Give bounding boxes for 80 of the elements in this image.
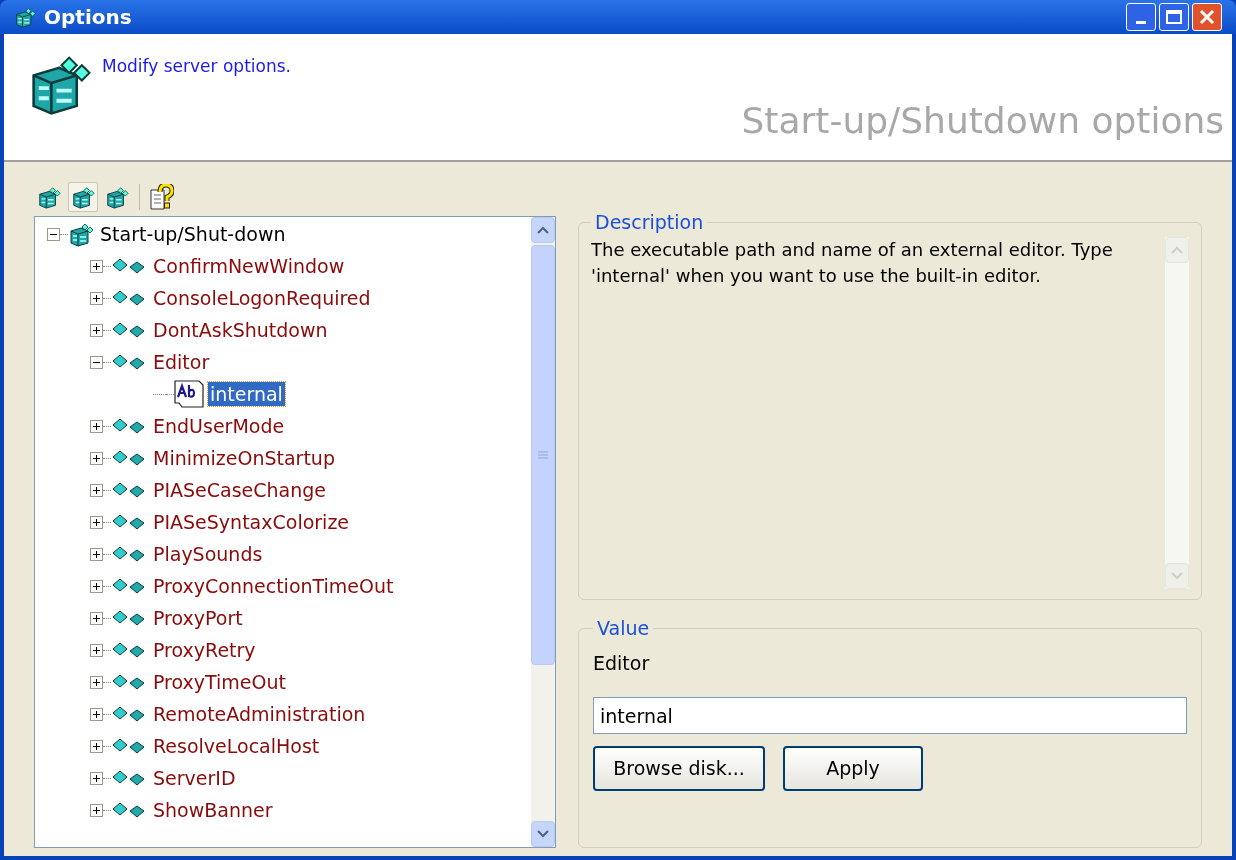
close-button[interactable] [1192, 3, 1222, 31]
expand-icon[interactable] [90, 643, 103, 657]
expand-icon[interactable] [90, 259, 103, 273]
diamonds-icon [111, 770, 147, 786]
maximize-button[interactable] [1159, 3, 1189, 31]
grip-icon [538, 451, 548, 459]
value-field[interactable]: internal [593, 697, 1187, 734]
tree-item[interactable]: MinimizeOnStartup [151, 446, 337, 470]
tree-item[interactable]: ProxyRetry [151, 638, 258, 662]
tree-item[interactable]: PlaySounds [151, 542, 265, 566]
help-button[interactable] [147, 182, 177, 212]
diamonds-icon [111, 674, 147, 690]
browse-button[interactable]: Browse disk... [593, 746, 765, 791]
diamonds-icon [111, 706, 147, 722]
tree-item[interactable]: PIASeSyntaxColorize [151, 510, 352, 534]
value-name: Editor [593, 650, 651, 676]
header-subtitle: Modify server options. [102, 55, 291, 78]
group-icon [105, 185, 129, 209]
text-value-icon [174, 380, 204, 408]
tree-item[interactable]: Editor [151, 350, 212, 374]
expand-icon[interactable] [90, 419, 103, 433]
collapse-icon[interactable] [90, 355, 103, 369]
minimize-button[interactable] [1126, 3, 1156, 31]
diamonds-icon [111, 738, 147, 754]
expand-icon[interactable] [90, 547, 103, 561]
tree-item[interactable]: RemoteAdministration [151, 702, 368, 726]
group-icon [37, 185, 61, 209]
tree-item[interactable]: ProxyTimeOut [151, 670, 288, 694]
tree-item[interactable]: EndUserMode [151, 414, 287, 438]
tree-item[interactable]: ConfirmNewWindow [151, 254, 347, 278]
expand-icon[interactable] [90, 739, 103, 753]
expand-icon[interactable] [90, 675, 103, 689]
group-icon [68, 221, 94, 247]
diamonds-icon [111, 546, 147, 562]
collapse-icon[interactable] [47, 227, 60, 241]
diamonds-icon [111, 802, 147, 818]
diamonds-icon [111, 354, 147, 370]
diamonds-icon [111, 322, 147, 338]
expand-icon[interactable] [90, 771, 103, 785]
tree-item[interactable]: DontAskShutdown [151, 318, 330, 342]
description-text: The executable path and name of an external editor. Type 'internal' when you want to use the built-in editor. [591, 237, 1114, 288]
close-icon [1199, 9, 1215, 25]
tree-item[interactable]: ResolveLocalHost [151, 734, 322, 758]
expand-icon[interactable] [90, 803, 103, 817]
tree-item[interactable]: PIASeCaseChange [151, 478, 329, 502]
group-title: Value [596, 616, 651, 641]
expand-icon[interactable] [90, 579, 103, 593]
diamonds-icon [111, 482, 147, 498]
diamonds-icon [111, 450, 147, 466]
app-icon [14, 6, 36, 28]
tree-item[interactable]: ShowBanner [151, 798, 275, 822]
tree-item[interactable]: ProxyPort [151, 606, 245, 630]
group-icon [71, 185, 95, 209]
tree-item[interactable]: ProxyConnectionTimeOut [151, 574, 396, 598]
expand-icon[interactable] [90, 611, 103, 625]
expand-icon[interactable] [90, 707, 103, 721]
diamonds-icon [111, 290, 147, 306]
toolbar-button[interactable] [68, 182, 98, 212]
expand-icon[interactable] [90, 451, 103, 465]
diamonds-icon [111, 258, 147, 274]
expand-icon[interactable] [90, 515, 103, 529]
group-title: Description [594, 210, 705, 235]
apply-button[interactable]: Apply [783, 746, 923, 791]
help-icon [150, 184, 174, 210]
tree-item[interactable]: internal [208, 382, 285, 406]
tree-item[interactable]: ConsoleLogonRequired [151, 286, 373, 310]
tree-item[interactable]: ServerID [151, 766, 238, 790]
expand-icon[interactable] [90, 323, 103, 337]
section-title: Start-up/Shutdown options [741, 99, 1224, 143]
expand-icon[interactable] [90, 483, 103, 497]
diamonds-icon [111, 610, 147, 626]
diamonds-icon [111, 642, 147, 658]
expand-icon[interactable] [90, 291, 103, 305]
description-scrollbar[interactable] [1165, 236, 1189, 589]
diamonds-icon [111, 514, 147, 530]
window-title: Options [44, 4, 132, 31]
tree-scrollbar[interactable] [531, 217, 555, 847]
diamonds-icon [111, 418, 147, 434]
tree-item[interactable]: Start-up/Shut-down [98, 222, 288, 246]
diamonds-icon [111, 578, 147, 594]
